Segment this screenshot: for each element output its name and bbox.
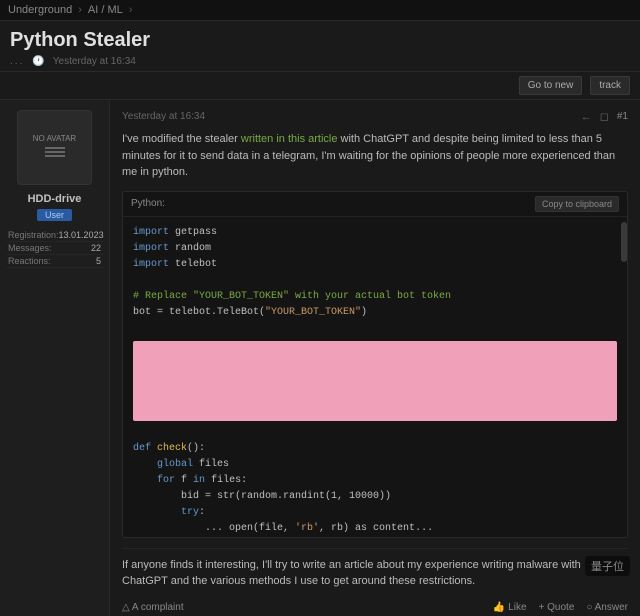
- code-content: import getpass import random import tele…: [123, 217, 627, 537]
- post-actions: ← ◻ #1: [581, 110, 628, 123]
- reply-icon[interactable]: ←: [581, 111, 592, 123]
- stat-value: 22: [91, 243, 101, 253]
- stat-label: Reactions:: [8, 256, 51, 266]
- watermark: 量子位: [585, 556, 630, 576]
- bookmark-icon[interactable]: ◻: [600, 110, 609, 123]
- post-time: Yesterday at 16:34: [122, 111, 205, 122]
- stat-reactions: Reactions: 5: [6, 255, 103, 268]
- copy-clipboard-button[interactable]: Copy to clipboard: [535, 196, 619, 212]
- post-header: Yesterday at 16:34 ← ◻ #1: [122, 110, 628, 123]
- post-number: #1: [617, 111, 628, 122]
- track-button[interactable]: track: [590, 76, 630, 95]
- code-block-header: Python: Copy to clipboard: [123, 192, 627, 217]
- page-meta: ... 🕐 Yesterday at 16:34: [10, 56, 630, 67]
- stat-messages: Messages: 22: [6, 242, 103, 255]
- toolbar: Go to new track: [0, 72, 640, 100]
- stat-value: 13.01.2023: [59, 230, 104, 240]
- stat-label: Registration:: [8, 230, 59, 240]
- meta-dots: ...: [10, 56, 24, 67]
- post-text-link[interactable]: written in this article: [241, 133, 338, 145]
- go-to-new-button[interactable]: Go to new: [519, 76, 583, 95]
- no-avatar-label: NO AVATAR: [33, 134, 76, 144]
- user-sidebar: NO AVATAR HDD-drive User Registration: 1…: [0, 100, 110, 616]
- nav-underground[interactable]: Underground: [8, 4, 72, 16]
- content-area: NO AVATAR HDD-drive User Registration: 1…: [0, 100, 640, 616]
- code-language-label: Python:: [131, 198, 165, 209]
- meta-time: Yesterday at 16:34: [53, 56, 136, 67]
- user-badge: User: [37, 209, 72, 221]
- clock-icon: 🕐: [32, 56, 44, 67]
- code-block: Python: Copy to clipboard import getpass…: [122, 191, 628, 538]
- post-footer-text: If anyone finds it interesting, I'll try…: [122, 548, 628, 590]
- post-footer-actions: △ A complaint 👍 Like + Quote ○ Answer: [122, 596, 628, 613]
- user-stats: Registration: 13.01.2023 Messages: 22 Re…: [6, 229, 103, 268]
- breadcrumb: Underground › AI / ML ›: [0, 0, 640, 21]
- avatar-decoration: [45, 147, 65, 157]
- post-area: Yesterday at 16:34 ← ◻ #1 I've modified …: [110, 100, 640, 616]
- stat-registration: Registration: 13.01.2023: [6, 229, 103, 242]
- page-header: Python Stealer ... 🕐 Yesterday at 16:34: [0, 21, 640, 72]
- stat-value: 5: [96, 256, 101, 266]
- avatar: NO AVATAR: [17, 110, 92, 185]
- username: HDD-drive: [28, 193, 82, 205]
- page-title: Python Stealer: [10, 29, 630, 52]
- post-text-before: I've modified the stealer: [122, 133, 241, 145]
- nav-arrow: ›: [129, 4, 133, 16]
- nav-separator: ›: [78, 4, 82, 16]
- scroll-indicator: [621, 222, 627, 262]
- post-body-text: I've modified the stealer written in thi…: [122, 131, 628, 181]
- nav-ai-ml[interactable]: AI / ML: [88, 4, 123, 16]
- stat-label: Messages:: [8, 243, 52, 253]
- redacted-code-block-1: [133, 341, 617, 421]
